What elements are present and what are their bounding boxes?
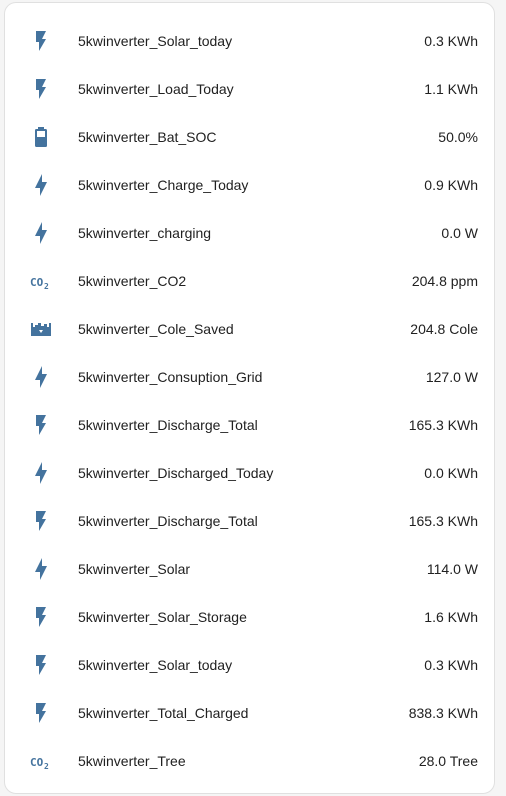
- svg-text:CO: CO: [30, 756, 44, 769]
- entity-name: 5kwinverter_Solar_today: [78, 657, 233, 673]
- flash-icon: [29, 29, 53, 53]
- battery-icon: [29, 125, 53, 149]
- entity-name: 5kwinverter_Consuption_Grid: [78, 369, 263, 385]
- entity-row[interactable]: 5kwinverter_Total_Charged 838.3 KWh: [5, 689, 494, 737]
- entity-name: 5kwinverter_Discharge_Total: [78, 513, 258, 529]
- flash-icon: [29, 701, 53, 725]
- entity-state: 0.3 KWh: [424, 33, 478, 49]
- entity-row[interactable]: 5kwinverter_Discharge_Total 165.3 KWh: [5, 497, 494, 545]
- entity-row[interactable]: 5kwinverter_Solar_Storage 1.6 KWh: [5, 593, 494, 641]
- entity-name: 5kwinverter_charging: [78, 225, 212, 241]
- entity-row[interactable]: 5kwinverter_Cole_Saved 204.8 Cole: [5, 305, 494, 353]
- entity-name: 5kwinverter_Cole_Saved: [78, 321, 234, 337]
- entity-state: 204.8 Cole: [410, 321, 478, 337]
- entity-row[interactable]: 5kwinverter_Consuption_Grid 127.0 W: [5, 353, 494, 401]
- entity-name: 5kwinverter_Discharged_Today: [78, 465, 274, 481]
- entity-state: 114.0 W: [426, 561, 478, 577]
- entity-state: 0.0 W: [441, 225, 478, 241]
- entity-state: 127.0 W: [425, 369, 478, 385]
- entity-name: 5kwinverter_Solar: [78, 561, 191, 577]
- entity-state: 28.0 Tree: [418, 753, 478, 769]
- entity-name: 5kwinverter_CO2: [78, 273, 187, 289]
- flash-icon: [29, 653, 53, 677]
- entity-name: 5kwinverter_Total_Charged: [78, 705, 249, 721]
- entity-name: 5kwinverter_Bat_SOC: [78, 129, 217, 145]
- entity-state: 165.3 KWh: [408, 513, 478, 529]
- entity-state: 0.9 KWh: [424, 177, 478, 193]
- flash-icon: [29, 509, 53, 533]
- flash-icon: [29, 413, 53, 437]
- entity-state: 0.0 KWh: [424, 465, 478, 481]
- entities-card: 5kwinverter_Solar_today 0.3 KWh 5kwinverte…: [4, 2, 495, 794]
- entity-name: 5kwinverter_Load_Today: [78, 81, 234, 97]
- lightning-bolt-icon: [29, 365, 53, 389]
- entity-name: 5kwinverter_Charge_Today: [78, 177, 249, 193]
- flash-icon: [29, 605, 53, 629]
- entity-row[interactable]: 5kwinverter_charging 0.0 W: [5, 209, 494, 257]
- entity-row[interactable]: 5kwinverter_Bat_SOC 50.0%: [5, 113, 494, 161]
- entity-row[interactable]: 5kwinverter_Charge_Today 0.9 KWh: [5, 161, 494, 209]
- entity-row[interactable]: 5kwinverter_Load_Today 1.1 KWh: [5, 65, 494, 113]
- entity-name: 5kwinverter_Tree: [78, 753, 186, 769]
- entity-name: 5kwinverter_Solar_Storage: [78, 609, 247, 625]
- lightning-bolt-icon: [29, 557, 53, 581]
- co2-icon: CO 2: [29, 269, 53, 293]
- coal-cart-icon: [29, 317, 53, 341]
- entity-row[interactable]: 5kwinverter_Solar_today 0.3 KWh: [5, 641, 494, 689]
- entity-state: 1.6 KWh: [424, 609, 478, 625]
- co2-icon: CO 2: [29, 749, 53, 773]
- entity-state: 204.8 ppm: [411, 273, 478, 289]
- lightning-bolt-icon: [29, 221, 53, 245]
- entity-row[interactable]: 5kwinverter_Solar 114.0 W: [5, 545, 494, 593]
- entity-row[interactable]: 5kwinverter_Discharge_Total 165.3 KWh: [5, 401, 494, 449]
- entity-state: 50.0%: [438, 129, 478, 145]
- entity-state: 0.3 KWh: [424, 657, 478, 673]
- flash-icon: [29, 77, 53, 101]
- entity-list: 5kwinverter_Solar_today 0.3 KWh 5kwinverte…: [5, 17, 494, 785]
- entity-name: 5kwinverter_Discharge_Total: [78, 417, 258, 433]
- entity-state: 838.3 KWh: [408, 705, 478, 721]
- svg-text:CO: CO: [30, 276, 44, 289]
- entity-state: 1.1 KWh: [424, 81, 478, 97]
- lightning-bolt-icon: [29, 461, 53, 485]
- entity-name: 5kwinverter_Solar_today: [78, 33, 233, 49]
- entity-row[interactable]: CO 2 5kwinverter_Tree 28.0 Tree: [5, 737, 494, 785]
- entity-state: 165.3 KWh: [408, 417, 478, 433]
- svg-text:2: 2: [44, 282, 49, 291]
- entity-row[interactable]: 5kwinverter_Solar_today 0.3 KWh: [5, 17, 494, 65]
- lightning-bolt-icon: [29, 173, 53, 197]
- entity-row[interactable]: CO 2 5kwinverter_CO2 204.8 ppm: [5, 257, 494, 305]
- svg-text:2: 2: [44, 762, 49, 771]
- entity-row[interactable]: 5kwinverter_Discharged_Today 0.0 KWh: [5, 449, 494, 497]
